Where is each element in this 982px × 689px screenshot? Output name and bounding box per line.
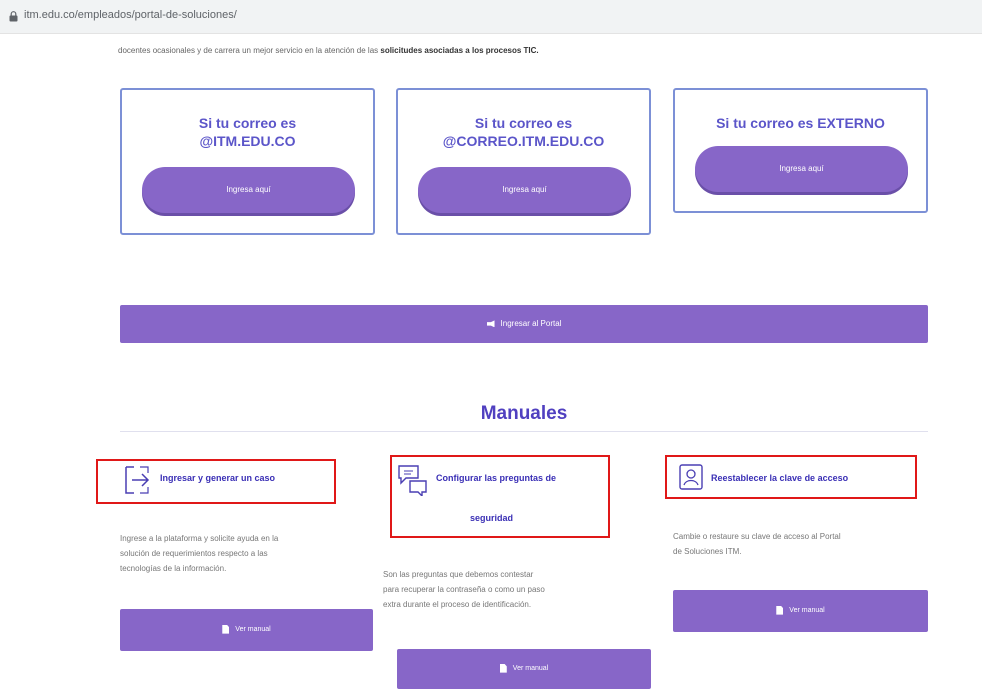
desc-line: para recuperar la contraseña o como un p… <box>383 585 545 594</box>
ingresa-button[interactable]: Ingresa aquí <box>695 146 908 192</box>
portal-button-label: Ingresar al Portal <box>500 319 562 328</box>
manual-desc-1: Ingrese a la plataforma y solicite ayuda… <box>120 531 370 576</box>
card-title-line1: Si tu correo es <box>474 115 573 131</box>
desc-line: solución de requerimientos respecto a la… <box>120 549 268 558</box>
manual-link-ingresar[interactable]: Ingresar y generar un caso <box>160 473 275 483</box>
card-title: Si tu correo es @CORREO.ITM.EDU.CO <box>398 114 649 150</box>
url-text[interactable]: itm.edu.co/empleados/portal-de-solucione… <box>24 9 237 21</box>
card-title: Si tu correo es @ITM.EDU.CO <box>122 114 373 150</box>
ver-manual-label: Ver manual <box>512 665 549 672</box>
ver-manual-button[interactable]: Ver manual <box>397 649 651 689</box>
email-card-externo: Si tu correo es EXTERNO Ingresa aquí <box>673 88 928 213</box>
megaphone-icon <box>486 320 495 328</box>
ingresa-button[interactable]: Ingresa aquí <box>418 167 631 213</box>
sign-in-icon <box>125 466 150 494</box>
manual-title-line2: seguridad <box>470 513 514 523</box>
intro-plain: docentes ocasionales y de carrera un mej… <box>118 46 381 55</box>
email-card-itm: Si tu correo es @ITM.EDU.CO Ingresa aquí <box>120 88 375 235</box>
manual-title-line1: Configurar las preguntas de <box>436 473 557 483</box>
desc-line: Ingrese a la plataforma y solicite ayuda… <box>120 534 279 543</box>
desc-line: extra durante el proceso de identificaci… <box>383 600 532 609</box>
desc-line: Cambie o restaure su clave de acceso al … <box>673 532 841 541</box>
ver-manual-button[interactable]: Ver manual <box>673 590 928 632</box>
desc-line: de Soluciones ITM. <box>673 547 742 556</box>
card-title-line2: @ITM.EDU.CO <box>199 133 296 149</box>
lock-icon <box>9 11 18 22</box>
card-title: Si tu correo es EXTERNO <box>675 114 926 132</box>
manual-link-configurar[interactable]: Configurar las preguntas de <box>436 473 556 483</box>
id-card-icon <box>679 464 703 490</box>
manual-desc-3: Cambie o restaure su clave de acceso al … <box>673 529 935 559</box>
intro-bold: solicitudes asociadas a los procesos TIC… <box>380 46 539 55</box>
address-bar[interactable]: itm.edu.co/empleados/portal-de-solucione… <box>0 0 982 34</box>
manual-link-reestablecer[interactable]: Reestablecer la clave de acceso <box>711 473 848 483</box>
ver-manual-label: Ver manual <box>789 607 825 614</box>
manual-desc-2: Son las preguntas que debemos contestar … <box>383 567 653 612</box>
desc-line: tecnologías de la información. <box>120 564 227 573</box>
document-icon <box>222 624 230 634</box>
document-icon <box>499 663 507 673</box>
ver-manual-label: Ver manual <box>235 626 271 633</box>
manual-link-configurar-2[interactable]: seguridad <box>470 513 513 523</box>
email-card-correo-itm: Si tu correo es @CORREO.ITM.EDU.CO Ingre… <box>396 88 651 235</box>
desc-line: Son las preguntas que debemos contestar <box>383 570 534 579</box>
card-title-line2: @CORREO.ITM.EDU.CO <box>442 133 605 149</box>
chat-bubbles-icon <box>398 465 427 496</box>
manuales-heading: Manuales <box>480 403 568 424</box>
card-title-line1: Si tu correo es <box>198 115 297 131</box>
ingresar-portal-button[interactable]: Ingresar al Portal <box>120 305 928 343</box>
document-icon <box>776 605 784 615</box>
ingresa-button[interactable]: Ingresa aquí <box>142 167 355 213</box>
intro-text: docentes ocasionales y de carrera un mej… <box>118 46 938 55</box>
card-title-line1: Si tu correo es EXTERNO <box>716 115 885 131</box>
ver-manual-button[interactable]: Ver manual <box>120 609 373 651</box>
divider <box>120 431 928 432</box>
